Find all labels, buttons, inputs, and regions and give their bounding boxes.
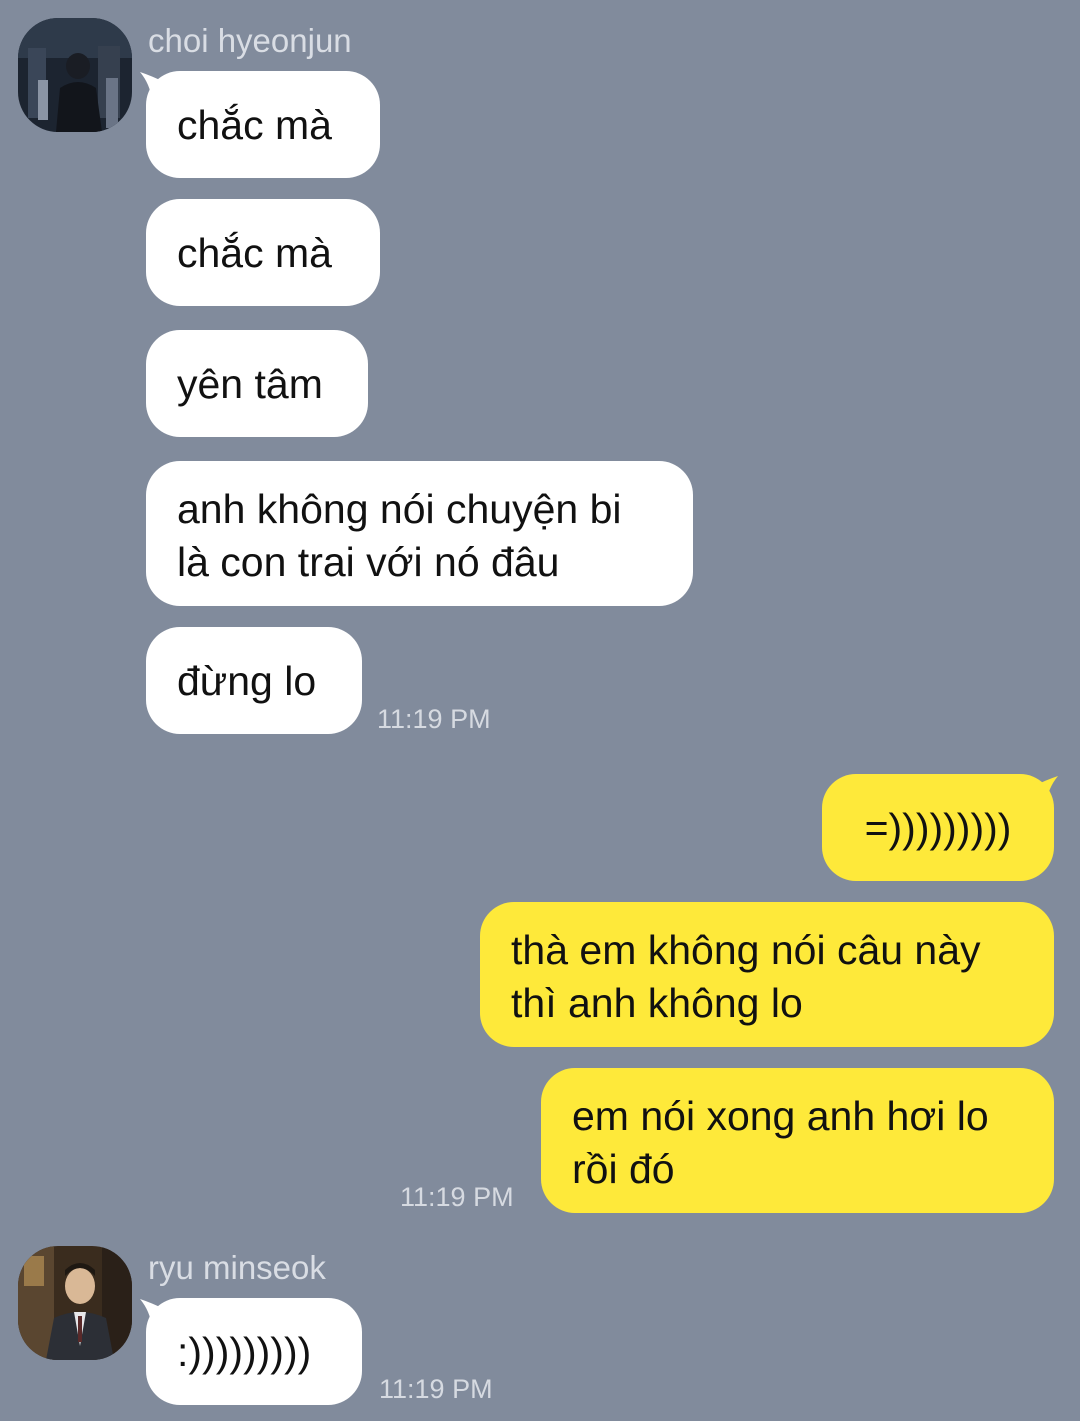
incoming-message[interactable]: chắc mà (146, 71, 380, 178)
incoming-message[interactable]: yên tâm (146, 330, 368, 437)
sender-name: ryu minseok (148, 1249, 326, 1286)
incoming-message[interactable]: chắc mà (146, 199, 380, 306)
outgoing-message[interactable]: =))))))))) (822, 774, 1054, 881)
message-timestamp: 11:19 PM (400, 1182, 514, 1212)
message-timestamp: 11:19 PM (379, 1374, 493, 1404)
avatar-ryu-minseok[interactable] (18, 1246, 132, 1360)
avatar-choi-hyeonjun[interactable] (18, 18, 132, 132)
incoming-message[interactable]: anh không nói chuyện bi là con trai với … (146, 461, 693, 606)
incoming-message[interactable]: đừng lo (146, 627, 362, 734)
profile-photo-icon (18, 18, 132, 132)
profile-photo-icon (18, 1246, 132, 1360)
message-timestamp: 11:19 PM (377, 704, 491, 734)
sender-name: choi hyeonjun (148, 22, 352, 59)
incoming-message[interactable]: :))))))))) (146, 1298, 362, 1405)
outgoing-message[interactable]: em nói xong anh hơi lo rồi đó (541, 1068, 1054, 1213)
outgoing-message[interactable]: thà em không nói câu này thì anh không l… (480, 902, 1054, 1047)
